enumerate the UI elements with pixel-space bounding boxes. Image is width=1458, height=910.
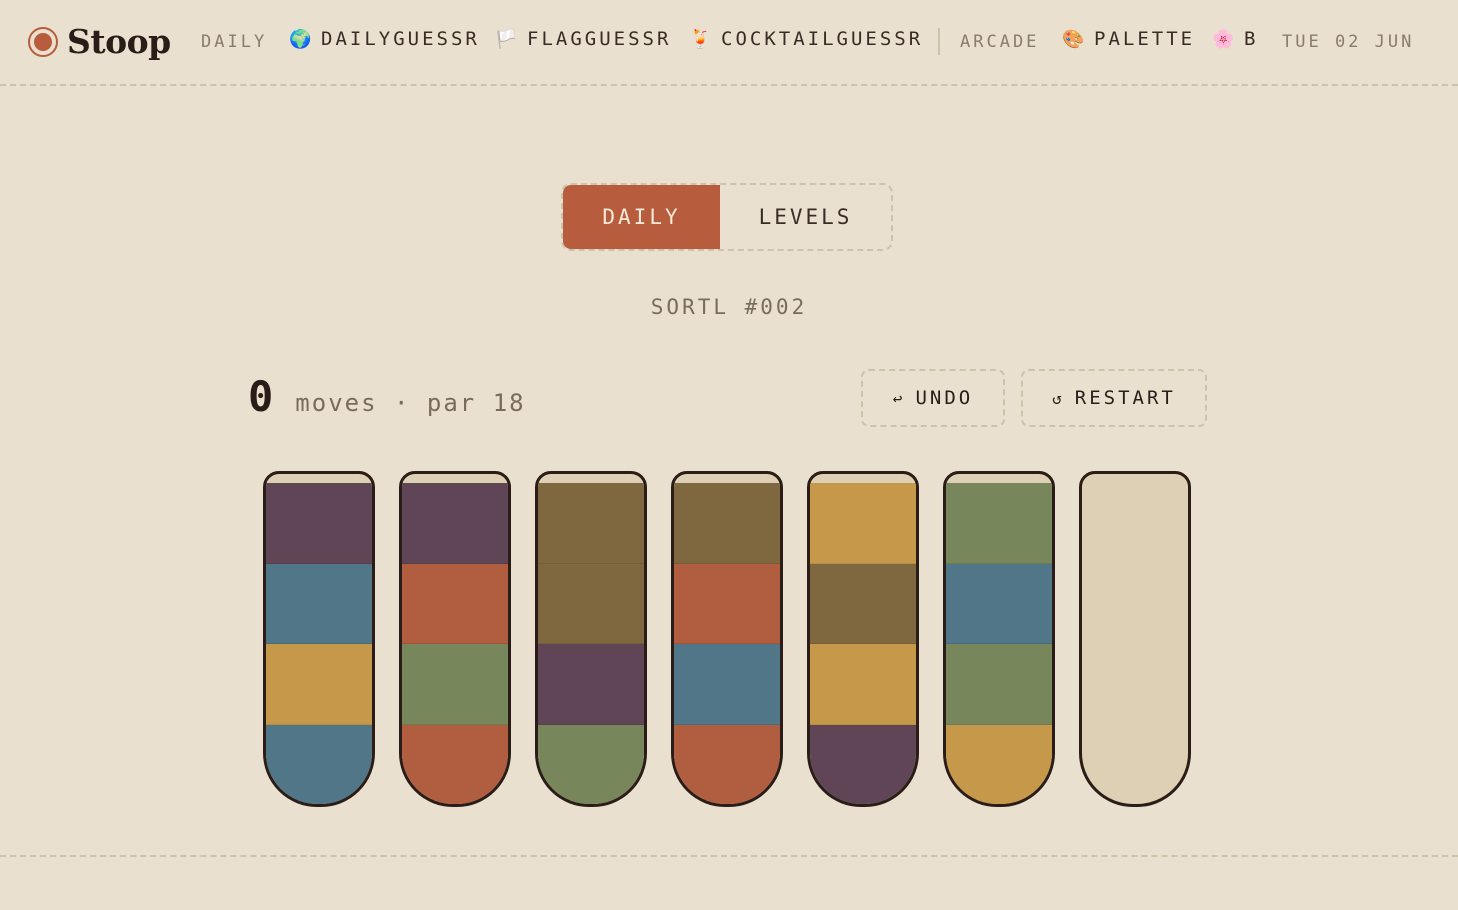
liquid-segment-teal (266, 563, 372, 644)
date-label: TUE 02 JUN (1282, 32, 1415, 52)
tube-5[interactable] (807, 471, 919, 807)
logo-mark-icon (28, 26, 58, 57)
liquid-segment-sage (946, 644, 1052, 725)
tube-4[interactable] (671, 471, 783, 807)
liquid-segment-brown (674, 483, 780, 564)
mode-toggle: DAILY LEVELS (561, 183, 893, 251)
liquid-segment-plum (810, 724, 916, 804)
nav-link-label: FLAGGUESSR (527, 28, 672, 50)
top-nav: Stoop DAILY 🌍 DAILYGUESSR 🏳️ FLAGGUESSR … (0, 0, 1458, 86)
nav-link-palette[interactable]: 🎨 PALETTE (1062, 28, 1195, 50)
restart-icon: ↺ (1052, 388, 1065, 408)
liquid-segment-plum (266, 483, 372, 564)
liquid-segment-rust (674, 724, 780, 804)
liquid-segment-sage (538, 724, 644, 804)
tube-7[interactable] (1079, 471, 1191, 807)
nav-link-label: DAILYGUESSR (321, 28, 480, 50)
nav-divider (938, 28, 940, 55)
footer-divider (0, 855, 1458, 857)
restart-button[interactable]: ↺ RESTART (1021, 369, 1207, 427)
liquid-segment-teal (946, 563, 1052, 644)
nav-link-cocktailguessr[interactable]: 🍹 COCKTAILGUESSR (689, 28, 923, 50)
liquid-segment-rust (402, 724, 508, 804)
liquid-segment-brown (538, 483, 644, 564)
move-counter: 0 moves · par 18 (248, 372, 526, 421)
flag-icon: 🏳️ (495, 28, 521, 50)
liquid-segment-brown (538, 563, 644, 644)
liquid-segment-mustard (946, 724, 1052, 804)
moves-par-label: moves · par 18 (295, 389, 526, 417)
globe-icon: 🌍 (289, 28, 315, 50)
undo-label: UNDO (915, 387, 974, 409)
tab-levels[interactable]: LEVELS (720, 185, 891, 249)
nav-link-b[interactable]: 🌸 B (1212, 28, 1258, 50)
liquid-segment-teal (266, 724, 372, 804)
liquid-segment-plum (402, 483, 508, 564)
palette-icon: 🎨 (1062, 28, 1088, 50)
blossom-icon: 🌸 (1212, 28, 1238, 50)
tube-1[interactable] (263, 471, 375, 807)
liquid-segment-rust (402, 563, 508, 644)
liquid-segment-brown (810, 563, 916, 644)
empty-slot (1082, 483, 1188, 563)
nav-link-label: PALETTE (1094, 28, 1196, 50)
liquid-segment-plum (538, 644, 644, 725)
nav-link-dailyguessr[interactable]: 🌍 DAILYGUESSR (289, 28, 480, 50)
cocktail-icon: 🍹 (689, 28, 715, 50)
tube-2[interactable] (399, 471, 511, 807)
restart-label: RESTART (1074, 387, 1176, 409)
tab-daily[interactable]: DAILY (563, 185, 720, 249)
liquid-segment-teal (674, 644, 780, 725)
logo-text: Stoop (67, 22, 171, 61)
liquid-segment-sage (946, 483, 1052, 564)
nav-link-flagguessr[interactable]: 🏳️ FLAGGUESSR (495, 28, 671, 50)
puzzle-id: SORTL #002 (650, 295, 808, 319)
liquid-segment-sage (402, 644, 508, 725)
nav-arcade-label: ARCADE (960, 32, 1040, 52)
logo[interactable]: Stoop (28, 22, 171, 61)
liquid-segment-rust (674, 563, 780, 644)
nav-daily-label: DAILY (201, 32, 268, 52)
moves-count: 0 (248, 372, 274, 421)
liquid-segment-mustard (810, 483, 916, 564)
tube-6[interactable] (943, 471, 1055, 807)
liquid-segment-mustard (810, 644, 916, 725)
undo-button[interactable]: ↩ UNDO (861, 369, 1005, 427)
empty-slot (1082, 563, 1188, 643)
liquid-segment-mustard (266, 644, 372, 725)
empty-slot (1082, 644, 1188, 724)
nav-link-label: COCKTAILGUESSR (721, 28, 924, 50)
empty-slot (1082, 724, 1188, 804)
nav-link-label: B (1244, 28, 1259, 50)
tube-3[interactable] (535, 471, 647, 807)
undo-icon: ↩ (892, 388, 906, 408)
